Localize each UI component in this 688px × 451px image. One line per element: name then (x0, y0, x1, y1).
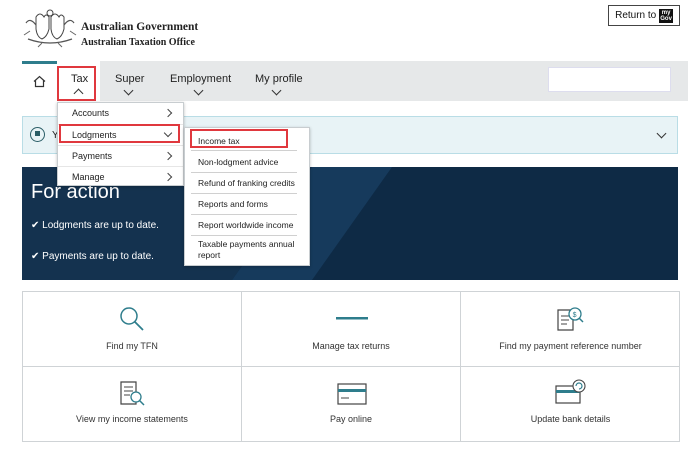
card-refresh-icon (555, 379, 586, 404)
menu-item-payments[interactable]: Payments (58, 145, 183, 166)
tile-label: Update bank details (530, 414, 611, 424)
tile-label: Pay online (329, 414, 373, 424)
card-icon (337, 383, 367, 405)
submenu-report-worldwide[interactable]: Report worldwide income (191, 216, 297, 236)
search-input[interactable] (548, 67, 671, 92)
submenu-reports-forms[interactable]: Reports and forms (191, 195, 297, 215)
home-tab[interactable] (22, 61, 57, 101)
nav-super[interactable]: Super (115, 73, 144, 85)
tile-label: Find my TFN (106, 341, 158, 351)
tile-label: Find my payment reference number (499, 341, 642, 351)
tile-payment-reference[interactable]: $ Find my payment reference number (461, 292, 680, 367)
highlight-tax (57, 66, 96, 101)
statement-search-icon (120, 381, 145, 406)
nav-my-profile[interactable]: My profile (255, 73, 303, 85)
tile-manage-returns[interactable]: Manage tax returns (242, 292, 461, 367)
receipt-search-icon: $ (557, 307, 584, 331)
chevron-right-icon (163, 172, 173, 182)
magnifier-icon (120, 307, 144, 331)
dash-icon (336, 317, 368, 320)
submenu-refund-franking[interactable]: Refund of franking credits (191, 174, 297, 194)
agency-name: Australian Taxation Office (81, 37, 195, 48)
tile-find-tfn[interactable]: Find my TFN (23, 292, 242, 367)
hero-line-lodgments: ✔ Lodgments are up to date. (31, 220, 159, 231)
home-icon (33, 75, 46, 88)
flag-icon (30, 127, 45, 142)
submenu-taxable-payments[interactable]: Taxable payments annual report (191, 236, 297, 263)
tile-pay-online[interactable]: Pay online (242, 367, 461, 442)
chevron-right-icon (163, 151, 173, 161)
tile-income-statements[interactable]: View my income statements (23, 367, 242, 442)
nav-employment[interactable]: Employment (170, 73, 231, 85)
submenu-non-lodgment-advice[interactable]: Non-lodgment advice (191, 153, 297, 173)
chevron-right-icon (163, 108, 173, 118)
tile-label: View my income statements (76, 414, 188, 424)
quick-links-grid: Find my TFN Manage tax returns $ Find my… (22, 291, 680, 442)
tile-update-bank[interactable]: Update bank details (461, 367, 680, 442)
menu-item-accounts[interactable]: Accounts (58, 103, 183, 124)
highlight-income-tax (190, 129, 288, 148)
hero-line-payments: ✔ Payments are up to date. (31, 251, 154, 262)
coat-of-arms-logo (23, 9, 77, 48)
svg-text:$: $ (573, 312, 577, 319)
mygov-logo: my Gov (659, 8, 673, 23)
return-label: Return to (615, 10, 657, 21)
menu-item-manage[interactable]: Manage (58, 166, 183, 187)
highlight-lodgments (59, 124, 180, 143)
government-name: Australian Government (81, 21, 199, 33)
tax-dropdown: Accounts Lodgments Payments Manage (57, 102, 184, 186)
return-to-mygov-button[interactable]: Return to my Gov (608, 5, 680, 26)
tile-label: Manage tax returns (312, 341, 390, 351)
